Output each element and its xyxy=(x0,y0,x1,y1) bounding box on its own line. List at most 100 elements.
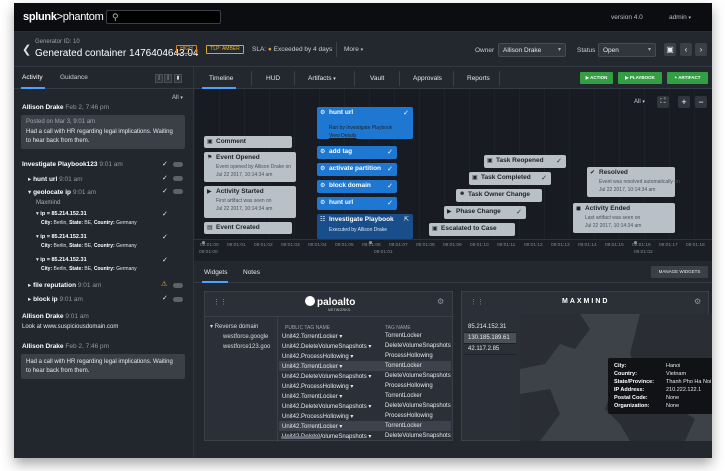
tab-reports[interactable]: Reports xyxy=(467,75,490,82)
comment-card[interactable]: Had a call with HR regarding legal impli… xyxy=(21,354,185,379)
fullscreen-icon[interactable]: ⛶ xyxy=(657,96,669,108)
view-toggle-split[interactable]: | xyxy=(164,74,172,83)
activity-filter[interactable]: All ▾ xyxy=(172,95,183,101)
paloalto-widget: ⋮⋮ paloalto NETWORKS ⚙ ▾ Reverse domain … xyxy=(204,291,454,442)
check-icon: ✓ xyxy=(162,257,168,264)
divider xyxy=(251,71,252,86)
public-tag-name-cell[interactable]: Unit42.TorrentLocker ▾ xyxy=(282,423,342,430)
playbook-run[interactable]: Investigate Playbook123 9:01 am xyxy=(22,161,123,168)
event-investigate-playbook[interactable]: ☷ Investigate Playbook ⇱ Executed by Alli… xyxy=(317,214,413,239)
comment-card[interactable]: Posted on Mar 3, 9:01 am Had a call with… xyxy=(21,115,185,149)
artifact-button[interactable]: + ARTIFACT xyxy=(667,72,708,84)
more-menu[interactable]: More ▾ xyxy=(344,46,363,53)
zoom-in-button[interactable]: + xyxy=(678,96,690,108)
tab-widgets[interactable]: Widgets xyxy=(204,269,227,276)
event-hunt-url[interactable]: ⚙ hunt url ✓ Ran by Investigate Playbook V… xyxy=(317,107,413,139)
playbook-button[interactable]: ▶ PLAYBOOK xyxy=(618,72,662,84)
brand-logo[interactable]: splunk>phantom xyxy=(23,11,104,23)
tab-guidance[interactable]: Guidance xyxy=(60,74,88,81)
event-task-completed[interactable]: ▣ Task Completed ✓ xyxy=(469,172,551,185)
more-dots-icon[interactable] xyxy=(173,176,183,181)
ip-list-item[interactable]: 130.185.189.61 xyxy=(464,333,516,344)
public-tag-name-cell[interactable]: Unit42.TorrentLocker ▾ xyxy=(282,363,342,370)
event-block-domain[interactable]: ⚙ block domain ✓ xyxy=(317,180,397,193)
view-toggle-full[interactable]: ▮ xyxy=(174,74,182,83)
event-comment[interactable]: ▣ Comment xyxy=(204,136,292,148)
divider xyxy=(453,71,454,86)
public-tag-name-cell[interactable]: Unit42.TorrentLocker ▾ xyxy=(282,393,342,400)
event-activity-ended[interactable]: ◼ Activity Ended Last artifact was seen o… xyxy=(573,203,675,233)
more-dots-icon[interactable] xyxy=(173,189,183,194)
drag-handle-icon[interactable]: ⋮⋮ xyxy=(213,298,227,306)
owner-select[interactable]: Allison Drake ▾ xyxy=(498,43,566,57)
action-geolocate-ip[interactable]: ▾ geolocate ip 9:01 am xyxy=(28,188,96,196)
timeline-tick: 09:01:09 xyxy=(443,243,462,248)
tree-root[interactable]: ▾ Reverse domain xyxy=(210,323,258,330)
tab-approvals[interactable]: Approvals xyxy=(413,75,442,82)
tlp-badge[interactable]: TLP: AMBER xyxy=(206,45,244,54)
briefcase-icon[interactable]: ▣ xyxy=(664,43,676,56)
drag-handle-icon[interactable]: ⋮⋮ xyxy=(470,298,484,306)
previous-button[interactable]: ‹ xyxy=(680,43,692,56)
gear-icon: ⚙ xyxy=(320,183,326,189)
ip-list-item[interactable]: 42.117.2.85 xyxy=(464,344,516,355)
tab-notes[interactable]: Notes xyxy=(243,269,260,276)
event-phase-change[interactable]: ▶ Phase Change ✓ xyxy=(444,206,526,219)
tree-item[interactable]: westforce123.goo xyxy=(223,344,270,350)
public-tag-name-cell[interactable]: Unit42.DeleteVolumeSnapshots ▾ xyxy=(282,373,371,380)
result-ip[interactable]: ▾ ip = 85.214.152.31 xyxy=(36,211,87,217)
tab-timeline[interactable]: Timeline xyxy=(209,75,233,82)
global-search-input[interactable]: ⚲ xyxy=(106,10,221,24)
event-escalated-to-case[interactable]: ▣ Escalated to Case xyxy=(429,223,515,236)
briefcase-icon: ▣ xyxy=(432,226,438,232)
severity-badge[interactable]: HIGH xyxy=(176,45,197,54)
event-activity-started[interactable]: ▶ Activity Started First artifact was see… xyxy=(204,186,296,218)
event-activate-partition[interactable]: ⚙ activate partition ✓ xyxy=(317,163,397,176)
view-toggle-list[interactable]: | xyxy=(155,74,163,83)
tab-activity[interactable]: Activity xyxy=(22,74,43,81)
next-button[interactable]: › xyxy=(695,43,707,56)
tab-vault[interactable]: Vault xyxy=(370,75,384,82)
more-dots-icon[interactable] xyxy=(173,297,183,302)
event-resolved[interactable]: ✔ Resolved Event was resolved automatical… xyxy=(587,167,680,197)
chevron-down-icon: ▾ xyxy=(688,15,692,21)
zoom-out-button[interactable]: − xyxy=(695,96,707,108)
user-menu[interactable]: admin ▾ xyxy=(669,14,691,21)
ip-list-item[interactable]: 85.214.152.31 xyxy=(464,322,516,333)
action-button[interactable]: ▶ ACTION xyxy=(580,72,613,84)
task-icon: ▣ xyxy=(472,175,478,181)
public-tag-name-cell[interactable]: Unit42.ProcessHollowing ▾ xyxy=(282,353,353,360)
status-select[interactable]: Open ▾ xyxy=(598,43,656,57)
world-map[interactable]: City: Hanoi Country: Vietnam State/Provi… xyxy=(520,314,712,441)
public-tag-name-cell[interactable]: Unit42.ProcessHollowing ▾ xyxy=(282,383,353,390)
more-dots-icon[interactable] xyxy=(173,283,183,288)
result-ip[interactable]: ▾ ip = 85.214.152.31 xyxy=(36,234,87,240)
more-dots-icon[interactable] xyxy=(173,162,183,167)
event-hunt-url-2[interactable]: ⚙ hunt url ✓ xyxy=(317,197,397,210)
event-opened[interactable]: ⚑ Event Opened Event opened by Allison Dr… xyxy=(204,152,296,182)
action-block-ip[interactable]: ▸ block ip 9:01 am xyxy=(28,295,83,303)
tree-item[interactable]: westforce.google xyxy=(223,334,268,340)
tab-hud[interactable]: HUD xyxy=(266,75,280,82)
event-task-owner-change[interactable]: ☻ Task Owner Change xyxy=(456,189,542,202)
public-tag-name-cell[interactable]: Unit42.DeleteVolumeSnapshots ▾ xyxy=(282,403,371,410)
gear-icon[interactable]: ⚙ xyxy=(694,297,701,306)
timeline-view[interactable]: All ▾ ⛶ + − ▣ Comment ⚑ Event Opened Event… xyxy=(194,89,712,261)
result-ip[interactable]: ▾ ip = 85.214.152.31 xyxy=(36,257,87,263)
action-hunt-url[interactable]: ▸ hunt url 9:01 am xyxy=(28,175,83,183)
timeline-filter[interactable]: All ▾ xyxy=(634,99,645,105)
public-tag-name-cell[interactable]: Unit42.ProcessHollowing ▾ xyxy=(282,413,353,420)
action-file-reputation[interactable]: ▸ file reputation 9:01 am xyxy=(28,281,101,289)
back-arrow-icon[interactable]: ❮ xyxy=(22,43,31,56)
event-add-tag[interactable]: ⚙ add tag ✓ xyxy=(317,146,397,159)
event-task-reopened[interactable]: ▣ Task Reopened ✓ xyxy=(484,155,566,168)
event-created[interactable]: ▤ Event Created xyxy=(204,222,292,234)
public-tag-name-cell[interactable]: Unit42.TorrentLocker ▾ xyxy=(282,333,342,340)
timeline-tick: 09:01:04 xyxy=(308,243,327,248)
tab-artifacts[interactable]: Artifacts ▾ xyxy=(308,75,336,82)
public-tag-name-cell[interactable]: Unit42.DeleteVolumeSnapshots ▾ xyxy=(282,343,371,350)
gear-icon[interactable]: ⚙ xyxy=(437,297,444,306)
scrollbar[interactable] xyxy=(281,436,321,439)
view-details-link[interactable]: View Details xyxy=(329,133,356,139)
manage-widgets-button[interactable]: MANAGE WIDGETS xyxy=(651,266,708,278)
